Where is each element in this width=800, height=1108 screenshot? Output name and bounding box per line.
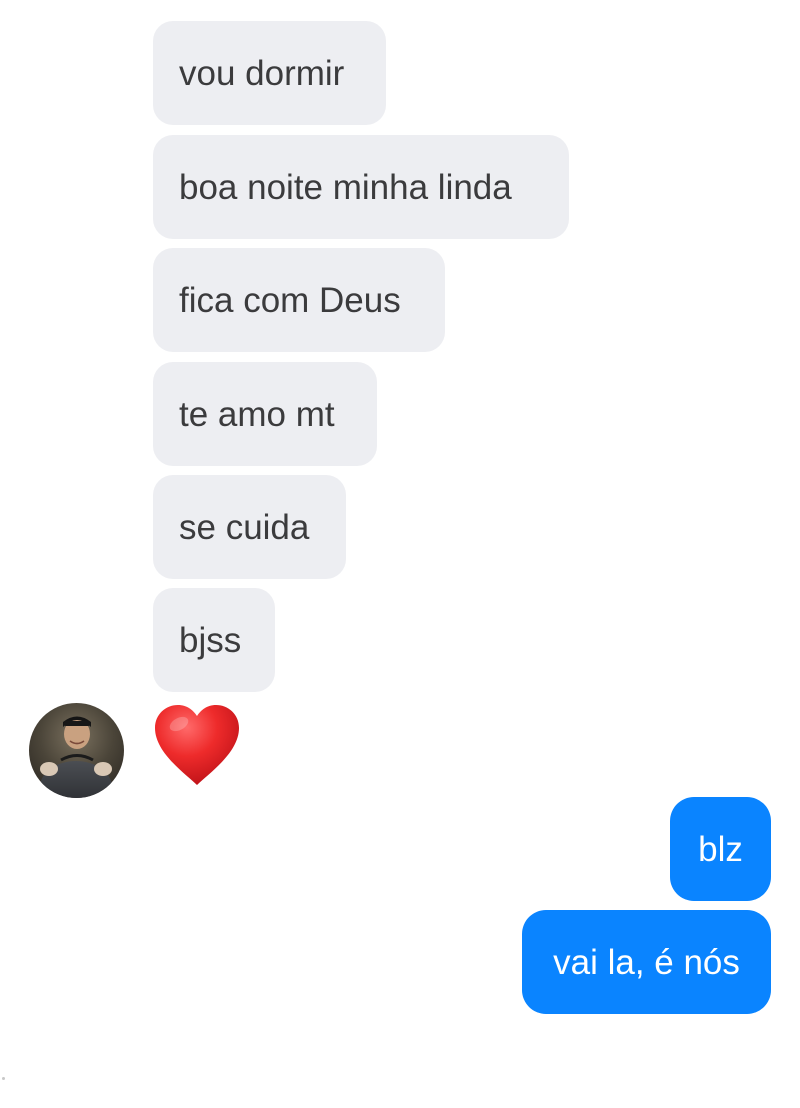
- message-text: bjss: [179, 620, 242, 660]
- heart-reaction: [155, 705, 239, 785]
- message-text: te amo mt: [179, 394, 335, 434]
- message-text: vou dormir: [179, 53, 345, 93]
- outgoing-message[interactable]: blz: [670, 797, 771, 901]
- message-text: blz: [698, 829, 743, 869]
- incoming-message[interactable]: se cuida: [153, 475, 346, 579]
- heart-icon[interactable]: [151, 701, 243, 789]
- incoming-message[interactable]: te amo mt: [153, 362, 377, 466]
- incoming-message[interactable]: bjss: [153, 588, 275, 692]
- incoming-message[interactable]: vou dormir: [153, 21, 386, 125]
- message-text: se cuida: [179, 507, 310, 547]
- contact-avatar[interactable]: [29, 703, 124, 798]
- message-text: vai la, é nós: [553, 942, 740, 982]
- incoming-message[interactable]: boa noite minha linda: [153, 135, 569, 239]
- chat-thread: vou dormir boa noite minha linda fica co…: [0, 0, 800, 1108]
- outgoing-message[interactable]: vai la, é nós: [522, 910, 771, 1014]
- avatar-photo: [29, 703, 124, 798]
- message-text: fica com Deus: [179, 280, 401, 320]
- message-text: boa noite minha linda: [179, 167, 512, 207]
- incoming-message[interactable]: fica com Deus: [153, 248, 445, 352]
- edge-mark: [2, 1077, 5, 1080]
